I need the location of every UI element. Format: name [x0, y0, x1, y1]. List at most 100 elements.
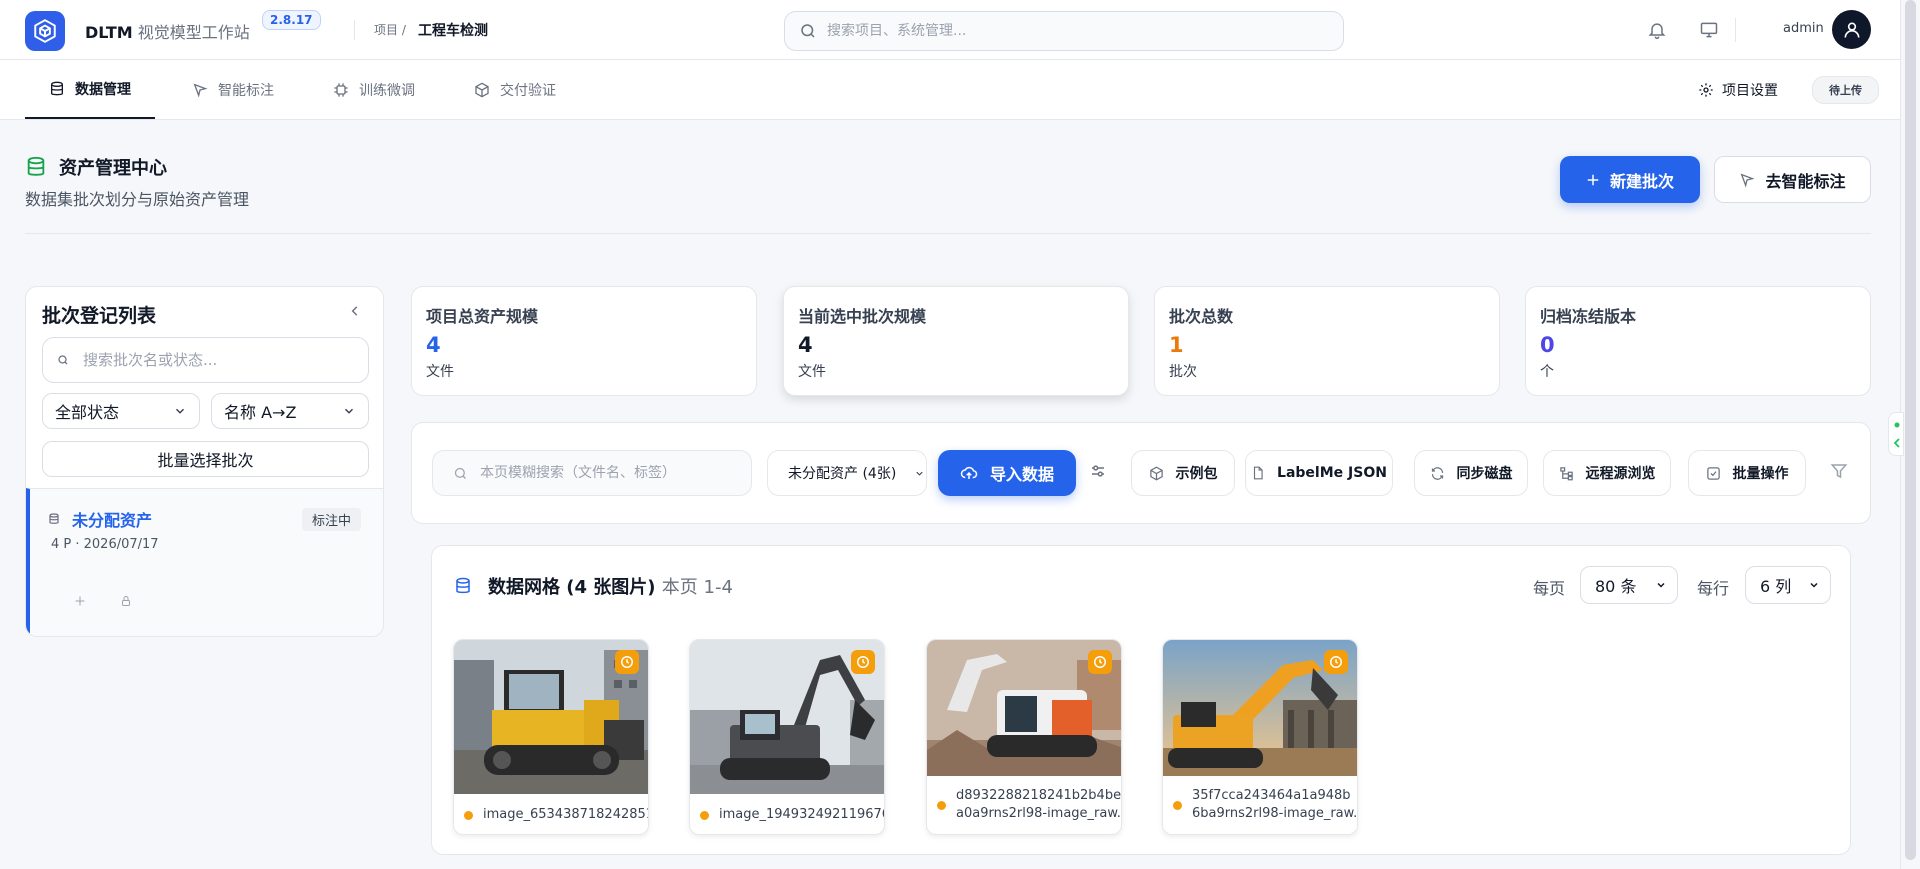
app-brand: DLTM 视觉模型工作站	[85, 23, 250, 42]
checkbox-icon	[1706, 466, 1721, 481]
new-batch-button[interactable]: 新建批次	[1560, 156, 1700, 203]
labelme-label: LabelMe JSON	[1277, 465, 1387, 481]
status-filter-select[interactable]: 全部状态	[42, 393, 200, 429]
per-row-label: 每行	[1697, 579, 1730, 598]
username[interactable]: admin	[1783, 21, 1824, 36]
sort-value: 名称 A→Z	[224, 403, 297, 422]
image-file-name: d8932288218241b2b4bea0a9rns2rl98-image_r…	[956, 788, 1122, 821]
sort-select[interactable]: 名称 A→Z	[211, 393, 369, 429]
per-page-label: 每页	[1533, 579, 1566, 598]
sync-label: 同步磁盘	[1456, 466, 1513, 482]
search-icon	[57, 354, 69, 366]
per-page-value: 80 条	[1595, 577, 1637, 596]
stat-label: 项目总资产规模	[426, 307, 539, 326]
bulk-select-batches-button[interactable]: 批量选择批次	[42, 441, 369, 477]
page-title-text: 资产管理中心	[59, 158, 167, 179]
clock-icon	[851, 650, 875, 674]
clock-icon	[1324, 650, 1348, 674]
batch-search[interactable]	[42, 337, 369, 383]
status-dot	[937, 800, 946, 810]
image-thumbnail[interactable]: image_194932492119676.png	[689, 639, 885, 835]
go-annotate-button[interactable]: 去智能标注	[1714, 156, 1871, 203]
stat-unit: 批次	[1169, 364, 1197, 380]
stat-card-selected-batch: 当前选中批次规模 4 文件	[783, 286, 1129, 396]
page-search-input[interactable]	[480, 465, 750, 481]
sliders-icon[interactable]	[1089, 462, 1107, 480]
new-batch-label: 新建批次	[1609, 171, 1674, 191]
stat-unit: 文件	[798, 364, 826, 380]
nav-bar: 数据管理 智能标注 训练微调 交付验证 项目设置 待上传	[0, 60, 1900, 120]
stat-label: 批次总数	[1169, 307, 1234, 326]
per-row-value: 6 列	[1760, 577, 1792, 596]
go-annotate-label: 去智能标注	[1765, 171, 1846, 191]
bulk-actions-button[interactable]: 批量操作	[1688, 450, 1806, 496]
database-icon	[49, 81, 65, 97]
status-dot	[700, 810, 709, 820]
side-dock-handle[interactable]	[1888, 412, 1904, 456]
chevron-left-icon[interactable]	[348, 304, 362, 318]
remote-source-button[interactable]: 远程源浏览	[1543, 450, 1671, 496]
sample-label: 示例包	[1175, 466, 1218, 482]
batch-select-value: 未分配资产 (4张)	[788, 466, 897, 482]
data-toolbar: 未分配资产 (4张) 导入数据 示例包 LabelMe JSON 同步磁盘	[411, 422, 1871, 524]
stat-label: 归档冻结版本	[1540, 307, 1637, 326]
stat-card-batch-count: 批次总数 1 批次	[1154, 286, 1500, 396]
package-icon	[474, 82, 490, 98]
filter-icon[interactable]	[1830, 462, 1848, 480]
remote-label: 远程源浏览	[1585, 466, 1656, 482]
divider	[1735, 18, 1736, 42]
app-logo-icon[interactable]	[25, 11, 65, 51]
image-file-name: image_653438718242851.png	[483, 807, 648, 822]
chevron-down-icon	[1655, 579, 1667, 591]
lock-icon[interactable]	[120, 595, 132, 607]
page-subtitle: 数据集批次划分与原始资产管理	[25, 190, 250, 209]
stat-unit: 文件	[426, 364, 454, 380]
labelme-json-button[interactable]: LabelMe JSON	[1245, 450, 1393, 496]
per-row-select[interactable]: 6 列	[1745, 566, 1831, 604]
stat-label: 当前选中批次规模	[798, 307, 927, 326]
plus-icon	[1586, 173, 1600, 187]
sync-disk-button[interactable]: 同步磁盘	[1414, 450, 1528, 496]
image-thumbnail[interactable]: d8932288218241b2b4bea0a9rns2rl98-image_r…	[926, 639, 1122, 835]
tab-delivery[interactable]: 交付验证	[450, 60, 580, 119]
stat-card-frozen-versions: 归档冻结版本 0 个	[1525, 286, 1871, 396]
stat-value: 1	[1169, 333, 1184, 357]
tab-training[interactable]: 训练微调	[309, 60, 439, 119]
settings-label: 项目设置	[1722, 83, 1778, 99]
image-thumbnail[interactable]: 35f7cca243464a1a948b6ba9rns2rl98-image_r…	[1162, 639, 1358, 835]
batch-name: 未分配资产	[48, 507, 152, 531]
project-settings-button[interactable]: 项目设置	[1698, 80, 1778, 100]
global-search-input[interactable]	[827, 23, 1307, 39]
batch-list-item[interactable]: 未分配资产 标注中 4 P · 2026/07/17	[26, 488, 383, 636]
avatar[interactable]	[1832, 10, 1871, 49]
tab-smart-annotation[interactable]: 智能标注	[168, 60, 298, 119]
per-page-select[interactable]: 80 条	[1580, 566, 1678, 604]
version-badge: 2.8.17	[262, 10, 321, 30]
breadcrumb-prefix[interactable]: 项目 /	[374, 21, 406, 38]
batch-select[interactable]: 未分配资产 (4张)	[767, 450, 927, 496]
bulk-label: 批量操作	[1732, 466, 1789, 482]
image-thumbnail[interactable]: image_653438718242851.png	[453, 639, 649, 835]
status-badge: 待上传	[1812, 76, 1879, 104]
clock-icon	[1088, 650, 1112, 674]
import-label: 导入数据	[989, 465, 1054, 484]
status-dot	[1173, 800, 1182, 810]
scrollbar-thumb[interactable]	[1905, 0, 1916, 860]
top-bar: DLTM 视觉模型工作站 2.8.17 项目 / 工程车检测 admin	[0, 0, 1900, 60]
tree-icon	[1559, 466, 1574, 481]
global-search[interactable]	[784, 11, 1344, 51]
monitor-icon[interactable]	[1695, 16, 1723, 44]
plus-icon[interactable]	[74, 595, 86, 607]
import-data-button[interactable]: 导入数据	[938, 450, 1076, 496]
tab-data-management[interactable]: 数据管理	[25, 60, 155, 119]
stat-unit: 个	[1540, 364, 1554, 380]
chevron-down-icon	[914, 468, 925, 479]
batch-search-input[interactable]	[83, 351, 333, 369]
image-caption: d8932288218241b2b4bea0a9rns2rl98-image_r…	[927, 776, 1122, 834]
divider	[354, 20, 355, 40]
gear-icon	[1698, 82, 1714, 98]
bell-icon[interactable]	[1643, 16, 1671, 44]
tab-label: 数据管理	[75, 81, 131, 98]
sample-pack-button[interactable]: 示例包	[1131, 450, 1235, 496]
page-search[interactable]	[432, 450, 752, 496]
